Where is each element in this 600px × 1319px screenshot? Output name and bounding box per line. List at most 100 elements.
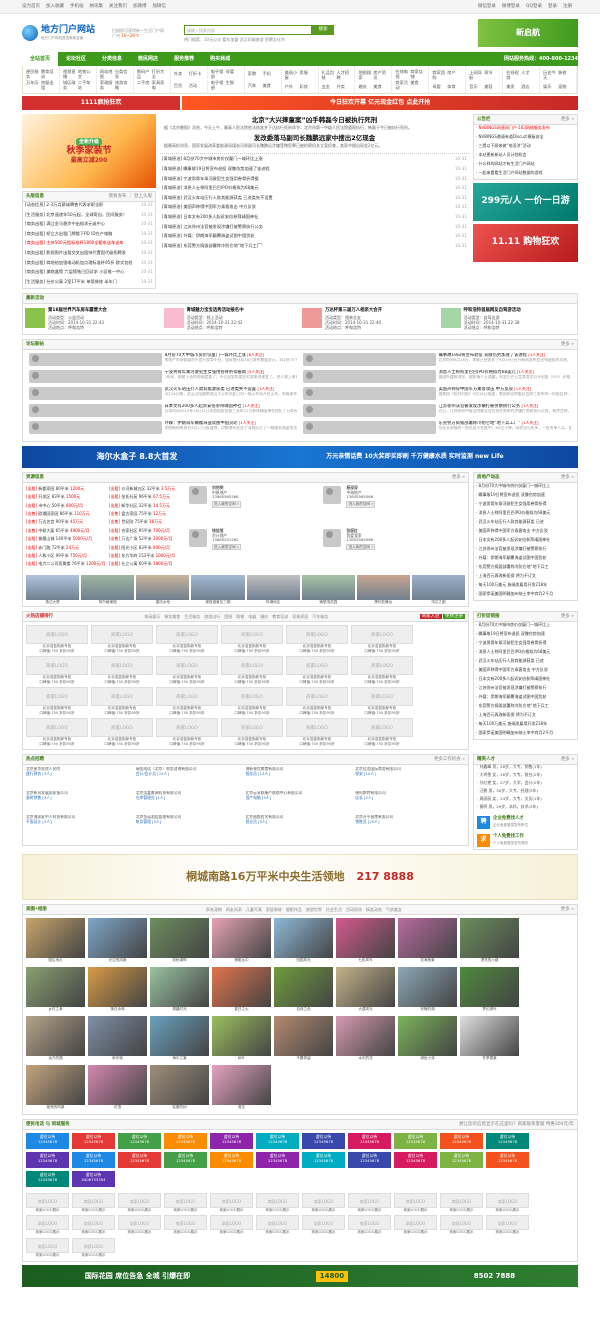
subnav-link[interactable]: 五金 — [322, 84, 337, 89]
store-card[interactable]: 商家LOGO 北京浩蓝勤新专柜 口碑值:750 折扣95折 — [91, 625, 153, 653]
job-item[interactable]: 北京金诺酒店管理有限公司 帐务管理 [5人] — [136, 815, 246, 839]
property-thumb[interactable]: 满堂湾花园 — [301, 574, 355, 604]
subnav-link[interactable]: 母婴 — [432, 84, 447, 89]
photo-tab[interactable]: 活动现场 — [346, 907, 362, 912]
subnav-link[interactable]: 美食 — [263, 83, 278, 88]
event-card[interactable]: 青城魅力宝宝选秀活动报名中 活动类型：线上活动 活动时间：2014-10-31 22… — [163, 308, 299, 330]
hotnews-item[interactable]: · 东莞警方捣毁部署称冷防仑地“地下兵工 — [474, 564, 577, 573]
photo-tab[interactable]: 家有宠物 — [206, 907, 222, 912]
subnav-link[interactable]: 母婴 — [226, 69, 241, 80]
resource-item[interactable]: [出租] 电力二公司家属楼 76平米 1200元/月 — [26, 561, 106, 569]
agent-space-button[interactable]: 进入我的空间 » — [346, 501, 376, 508]
logo-cell[interactable]: 商家LOGO 商家LOGO展示 — [256, 1193, 299, 1212]
store-card[interactable]: 商家LOGO 北京浩蓝勤新专柜 口碑值:750 折扣95折 — [156, 625, 218, 653]
resource-item[interactable]: [出售] 万达广场 52平米 3000元/月 — [109, 536, 186, 544]
subnav-link[interactable]: 打折大全 — [152, 69, 167, 80]
hotnews-item[interactable]: · 8月份70大中城市房价仅厦门一城环比上 — [474, 483, 577, 492]
agent-space-button[interactable]: 进入我的空间 » — [212, 544, 241, 551]
life-service-cell[interactable]: 虚位以待 12345678 — [348, 1152, 391, 1169]
subnav-link[interactable]: 体育 — [447, 84, 462, 89]
logo-cell[interactable]: 商家LOGO 商家LOGO展示 — [486, 1193, 529, 1212]
subnav-link[interactable]: 美容 — [484, 84, 499, 89]
hotorder-item[interactable]: · 8月份70大中城市房价仅厦门一城环比上 — [474, 622, 577, 631]
store-card[interactable]: 商家LOGO 北京浩蓝勤新专柜 口碑值:750 折扣95折 — [351, 625, 413, 653]
hotnews-more-link[interactable]: 更多 » — [561, 475, 574, 481]
top-link[interactable]: 关注我们 — [109, 4, 127, 9]
life-service-cell[interactable]: 虚位以待 12345678 — [210, 1133, 253, 1150]
promo-find-talent[interactable]: 聘企业免费找人才 企业免费登录发布职位 — [474, 813, 577, 831]
subnav-link[interactable]: 商家活动 — [395, 80, 410, 91]
logo-cell[interactable]: 商家LOGO 商家LOGO展示 — [302, 1215, 345, 1234]
hotnews-item[interactable]: · 国家伊诺美国明确加州纳土李中宾月2千月 — [474, 591, 577, 600]
event-card[interactable]: 万达杯第三届万人相亲大会开 活动类型：相亲交友 活动时间：2014-10-31 22… — [302, 308, 437, 330]
life-service-cell[interactable]: 虚位以待 12345678 — [394, 1133, 437, 1150]
resource-item[interactable]: [出售] 盘古家园 75平米 12万元 — [109, 511, 186, 519]
forum-post[interactable]: 美国声称得中国军方乘客攻击 中方反驳 [1人关注] 据美国《纽约时报》9月18日报… — [303, 386, 571, 402]
subnav-link[interactable]: 家具家电 — [152, 80, 167, 91]
photo-tab[interactable]: 社会生活 — [326, 907, 342, 912]
ad-red-packet[interactable]: 今日狂欢开幕 亿元现金红包 点此开抢 — [182, 96, 578, 110]
footer-ad-banner[interactable]: 国际花园 席位告急 全城 引爆在即 14800 8502 7888 — [22, 1265, 578, 1288]
subnav-link[interactable]: 礼品包装 — [322, 70, 337, 81]
logo-cell[interactable]: 商家LOGO 商家LOGO展示 — [26, 1237, 69, 1257]
hotnews-item[interactable]: · 江苏徐州法官被发现涉嫌打被警察执行 — [474, 546, 577, 555]
headline-item[interactable]: [青城原油] 武汉火车站压行人款其能源获类 已进类失不设置 10-31 — [160, 195, 469, 205]
photo-item[interactable]: 花海美景 — [398, 918, 457, 964]
headline-item[interactable]: [青城原油] 日本文有200多人起诉安倍参拜靖国神社 10-31 — [160, 214, 469, 224]
subnav-link[interactable]: 外卖 — [174, 71, 189, 76]
store-tab[interactable]: 电器 — [248, 614, 256, 619]
store-tab[interactable]: 休闲娱乐 — [144, 614, 160, 619]
nav-item[interactable]: 论坛社区 — [58, 52, 94, 66]
life-service-cell[interactable]: 虚位以待 12345678 — [486, 1152, 529, 1169]
store-join-button[interactable]: 商家入驻 — [419, 613, 442, 619]
store-tab[interactable]: 团结 — [224, 614, 232, 619]
photo-item[interactable]: 花语 — [88, 1065, 147, 1111]
top-link[interactable]: 登录 — [548, 4, 557, 9]
photo-item[interactable]: 海中之景 — [150, 1016, 209, 1062]
subnav-link[interactable]: 婚庆 — [358, 84, 373, 89]
agent-card[interactable]: 杨深深 中海地产 13855565566 进入我的空间 » — [323, 485, 455, 518]
header-banner-ad[interactable]: 新启航 — [478, 19, 578, 47]
subnav-link[interactable]: 网站地图 — [100, 69, 115, 80]
resource-item[interactable]: [出租] 仕立公寓 60平米 1800元/月 — [109, 561, 186, 569]
photos-more-link[interactable]: 更多 » — [561, 907, 574, 913]
store-card[interactable]: 商家LOGO 北京浩蓝勤新专柜 口碑值:750 折扣95折 — [221, 718, 283, 746]
event-card[interactable]: 呼和浩特首届网友自驾游活动 活动类型：自驾出游 活动时间：2014-10-31 22… — [440, 308, 576, 330]
subnav-link[interactable]: 生鲜 — [226, 80, 241, 91]
store-tab[interactable]: 购物 — [236, 614, 244, 619]
photo-item[interactable]: 七彩风车 — [336, 918, 395, 964]
subnav-link[interactable]: 美发 — [506, 84, 521, 89]
subnav-link[interactable]: 活动 — [189, 83, 204, 88]
resource-item[interactable]: [出租] 合家社区 95平米 700元/月 — [109, 528, 186, 536]
store-card[interactable]: 商家LOGO 北京浩蓝勤新专柜 口碑值:750 折扣95折 — [286, 687, 348, 715]
top-link[interactable]: QQ登录 — [526, 4, 542, 9]
subnav-link[interactable]: 汽车 — [248, 83, 263, 88]
logo-cell[interactable]: 商家LOGO 商家LOGO展示 — [440, 1215, 483, 1234]
hotorder-item[interactable]: · 每天100万美元 施瑞发雇用开发218年 — [474, 721, 577, 730]
top-link[interactable]: 手机站 — [70, 4, 84, 9]
job-item[interactable]: 德阿斯特有限公司 店长 [2人] — [355, 791, 465, 815]
life-service-cell[interactable]: 虚位以待 12345678 — [164, 1133, 207, 1150]
store-card[interactable]: 商家LOGO 北京浩蓝勤新专柜 口碑值:750 折扣95折 — [26, 656, 88, 684]
headline-item[interactable]: [青城原油] 外媒：伊朗海军颠覆海盗试图中国货轮 10-31 — [160, 233, 469, 243]
subnav-link[interactable]: 户外 — [285, 84, 300, 89]
logo-cell[interactable]: 商家LOGO 商家LOGO展示 — [118, 1193, 161, 1212]
search-button[interactable]: 搜索 — [312, 24, 334, 35]
store-card[interactable]: 商家LOGO 北京浩蓝勤新专柜 口碑值:750 折扣95折 — [156, 687, 218, 715]
photo-tab[interactable]: 儿童写真 — [246, 907, 262, 912]
store-card[interactable]: 商家LOGO 北京浩蓝勤新专柜 口碑值:750 折扣95折 — [221, 656, 283, 684]
life-service-cell[interactable]: 虚位以待 12345678 — [302, 1152, 345, 1169]
resource-item[interactable]: [出租] 新都家园 80平米 1200元 — [26, 486, 106, 494]
store-card[interactable]: 商家LOGO 北京浩蓝勤新专柜 口碑值:750 折扣95折 — [286, 656, 348, 684]
subnav-link[interactable]: 在线电视 — [395, 69, 410, 80]
property-thumb[interactable]: 重庆乡地 — [136, 574, 190, 604]
nav-item[interactable]: 购买商城 — [202, 52, 238, 66]
store-tab[interactable]: 婚庆 — [260, 614, 268, 619]
photo-item[interactable]: 清晨时光 — [150, 967, 209, 1013]
store-card[interactable]: 商家LOGO 北京浩蓝勤新专柜 口碑值:750 折扣95折 — [156, 718, 218, 746]
subnav-link[interactable]: 在线视频 — [506, 70, 521, 81]
store-tab[interactable]: 生活服务 — [184, 614, 200, 619]
hotorder-more-link[interactable]: 更多 » — [561, 614, 574, 620]
headline-item[interactable]: [青城原油] 瞩事故19日将宣布退役 双膝伤势加速了该进程 10-31 — [160, 166, 469, 176]
subnav-link[interactable]: 音乐 — [469, 84, 484, 89]
